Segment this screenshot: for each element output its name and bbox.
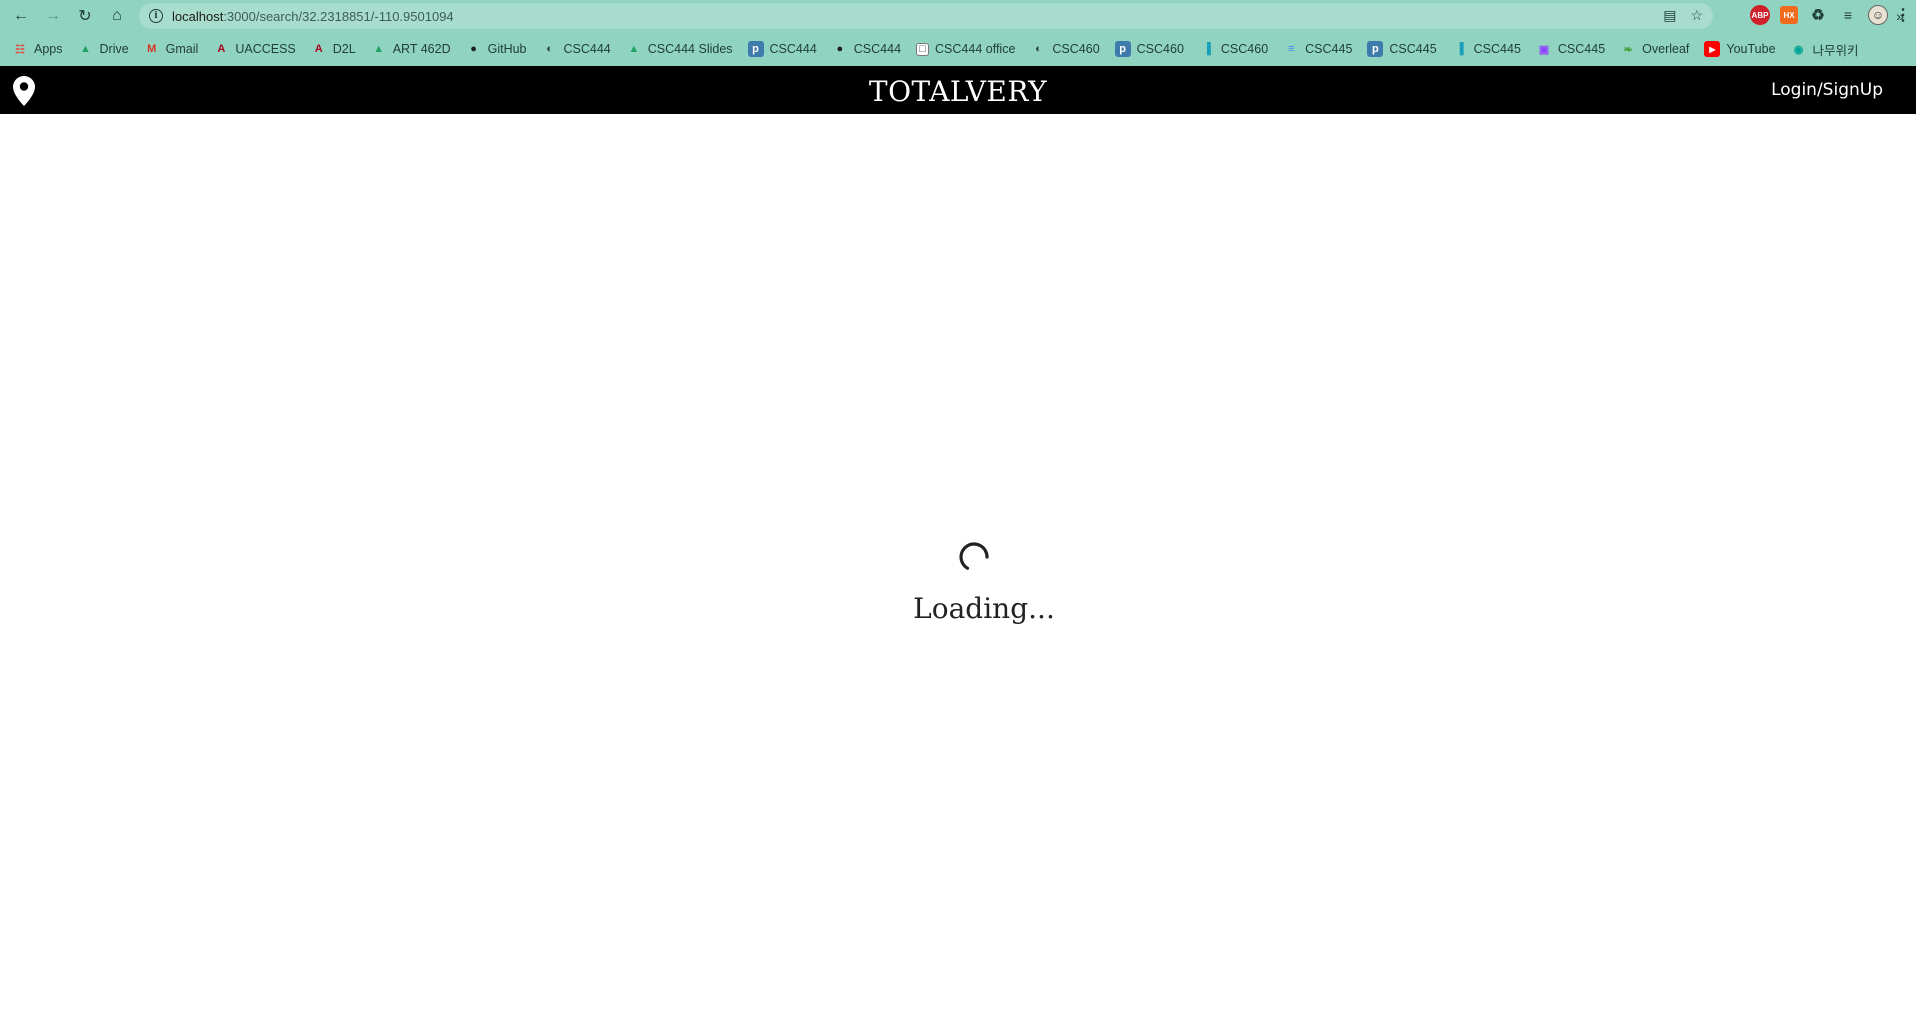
url-text[interactable]: localhost:3000/search/32.2318851/-110.95…	[172, 9, 454, 24]
bookmark-item[interactable]: ▐ CSC445	[1452, 41, 1521, 57]
bookmark-label: CSC445	[1473, 42, 1521, 56]
bookmark-item[interactable]: ≡ CSC445	[1283, 41, 1352, 57]
bookmark-item[interactable]: □ CSC444 office	[916, 42, 1015, 56]
loading-spinner-icon	[959, 542, 989, 570]
bookmark-item[interactable]: ❧ Overleaf	[1620, 41, 1690, 57]
bookmark-label: ART 462D	[392, 42, 451, 56]
extensions-area: ABP HX ♻ ≡ ☺ ⋮	[1750, 5, 1911, 25]
bookmark-label: YouTube	[1726, 42, 1776, 56]
back-arrow-icon[interactable]: ←	[10, 5, 32, 27]
media-control-icon[interactable]: ≡	[1838, 5, 1858, 25]
bookmark-label: Apps	[34, 42, 63, 56]
bookmark-label: CSC445	[1389, 42, 1437, 56]
bookmark-item[interactable]: p CSC444	[747, 41, 817, 57]
adblock-plus-icon[interactable]: ABP	[1750, 5, 1770, 25]
bookmark-item[interactable]: ◐ CSC444	[542, 41, 611, 57]
bookmark-label: Gmail	[165, 42, 199, 56]
arizona-a-icon: A	[217, 43, 226, 55]
bookmark-label: CSC444	[853, 42, 902, 56]
youtube-icon: ▶	[1704, 41, 1721, 57]
overleaf-icon: ❧	[1623, 43, 1633, 56]
bookmark-item[interactable]: ▲ CSC444 Slides	[626, 41, 733, 57]
reload-icon[interactable]: ↻	[74, 5, 96, 27]
bookmark-label: Overleaf	[1642, 42, 1690, 56]
bookmark-label: 나무위키	[1812, 43, 1859, 58]
browser-toolbar: ← → ↻ ⌂ i localhost:3000/search/32.23188…	[0, 0, 1916, 32]
bookmark-label: CSC444	[769, 42, 817, 56]
puzzle-extensions-icon[interactable]: ♻	[1808, 5, 1828, 25]
bookmark-label: CSC444 office	[935, 42, 1016, 56]
docs-icon: ≡	[1287, 43, 1295, 55]
apps-grid-icon: ☷	[15, 43, 25, 56]
bookmark-item[interactable]: ◐ CSC460	[1030, 41, 1100, 57]
bookmark-label: CSC460	[1052, 42, 1100, 56]
github-icon: ●	[470, 43, 477, 55]
bookmark-item[interactable]: ▲ ART 462D	[371, 41, 451, 57]
url-host: localhost	[172, 8, 224, 24]
bookmark-item[interactable]: ◉ 나무위키	[1791, 40, 1859, 59]
bar-chart-icon: ▐	[1455, 43, 1464, 55]
url-path: :3000/search/32.2318851/-110.9501094	[223, 8, 454, 24]
piazza-icon: p	[747, 41, 764, 57]
bookmark-star-icon[interactable]: ☆	[1690, 7, 1703, 24]
bookmark-item[interactable]: ▣ CSC445	[1536, 41, 1605, 57]
profile-avatar[interactable]: ☺	[1868, 5, 1888, 25]
globe-icon: ◐	[546, 43, 553, 55]
translate-icon[interactable]: ▤	[1663, 7, 1676, 24]
bookmark-item[interactable]: M Gmail	[144, 41, 199, 57]
calendar-icon: □	[916, 42, 930, 56]
address-bar[interactable]: i localhost:3000/search/32.2318851/-110.…	[139, 3, 1713, 29]
bookmark-label: Drive	[99, 42, 129, 56]
bookmark-item[interactable]: ☷ Apps	[12, 41, 63, 57]
forward-arrow-icon[interactable]: →	[42, 5, 64, 27]
bookmarks-overflow-icon[interactable]: »	[1896, 8, 1904, 24]
bookmark-label: CSC460	[1136, 42, 1184, 56]
bookmark-item[interactable]: A UACCESS	[213, 41, 295, 57]
bookmark-item[interactable]: A D2L	[311, 41, 356, 57]
site-info-icon[interactable]: i	[149, 9, 163, 23]
namuwiki-icon: ◉	[1793, 43, 1804, 56]
home-icon[interactable]: ⌂	[106, 5, 128, 27]
bookmark-label: CSC445	[1557, 42, 1606, 56]
hx-extension-icon[interactable]: HX	[1780, 6, 1798, 24]
bookmark-item[interactable]: p CSC460	[1114, 41, 1184, 57]
app-header: TOTALVERY Login/SignUp	[0, 66, 1916, 114]
piazza-icon: p	[1114, 41, 1131, 57]
bookmark-label: CSC460	[1220, 42, 1269, 56]
google-drive-icon: ▲	[373, 43, 385, 55]
bookmark-item[interactable]: ▲ Drive	[78, 41, 129, 57]
github-icon: ●	[836, 43, 844, 55]
bar-chart-icon: ▐	[1203, 43, 1211, 55]
bookmarks-bar: ☷ Apps ▲ Drive M Gmail A UACCESS A D2L ▲ ART 462D ● G…	[0, 32, 1916, 66]
bookmark-label: GitHub	[487, 42, 527, 56]
arizona-a-icon: A	[314, 43, 323, 55]
login-signup-link[interactable]: Login/SignUp	[1771, 80, 1883, 100]
bookmark-item[interactable]: ▶ YouTube	[1704, 41, 1776, 57]
bookmark-label: CSC444	[563, 42, 611, 56]
app-title: TOTALVERY	[868, 75, 1048, 108]
bookmark-item[interactable]: p CSC445	[1367, 41, 1437, 57]
bookmark-item[interactable]: ▐ CSC460	[1199, 41, 1268, 57]
bookmark-label: CSC444 Slides	[647, 42, 733, 56]
bookmark-label: D2L	[332, 42, 356, 56]
twitch-icon: ▣	[1538, 43, 1550, 56]
google-drive-icon: ▲	[80, 43, 91, 55]
google-drive-icon: ▲	[628, 43, 640, 55]
bookmark-label: CSC445	[1305, 42, 1353, 56]
loading-text: Loading...	[913, 592, 1055, 625]
globe-icon: ◐	[1035, 43, 1042, 55]
bookmark-item[interactable]: ● CSC444	[832, 41, 901, 57]
piazza-icon: p	[1367, 41, 1384, 57]
bookmark-item[interactable]: ● GitHub	[466, 41, 527, 57]
bookmark-label: UACCESS	[235, 42, 296, 56]
gmail-icon: M	[147, 43, 157, 55]
